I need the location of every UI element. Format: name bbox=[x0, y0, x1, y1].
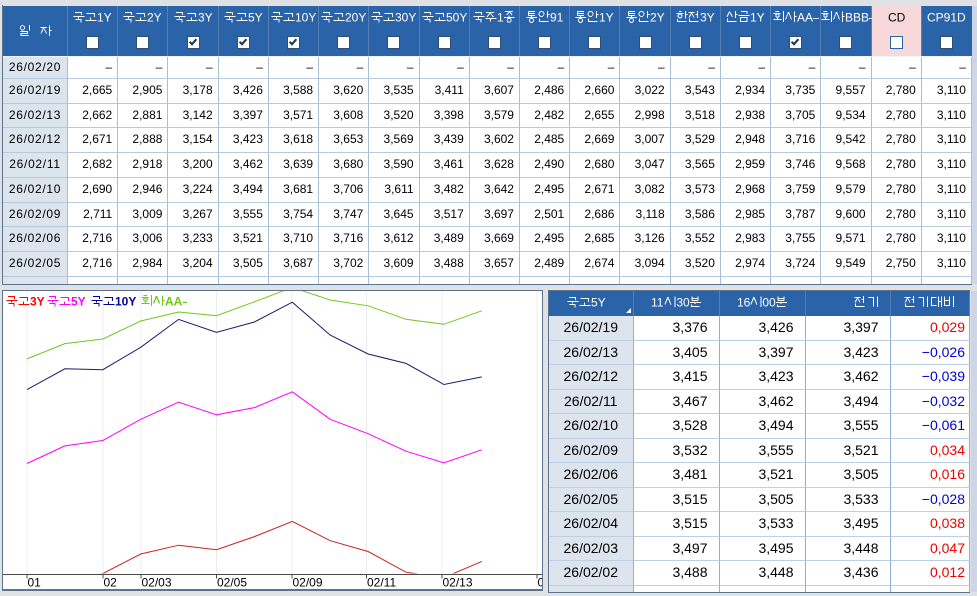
svg-text:02/09: 02/09 bbox=[293, 576, 323, 590]
svg-text:1: 1 bbox=[497, 11, 504, 23]
svg-text:AA–: AA– bbox=[165, 295, 187, 307]
svg-text:3Y: 3Y bbox=[198, 11, 213, 23]
svg-text:20Y: 20Y bbox=[345, 11, 366, 23]
svg-text:02/13: 02/13 bbox=[443, 576, 473, 590]
svg-text:CP91D: CP91D bbox=[927, 11, 966, 23]
svg-text:1Y: 1Y bbox=[750, 11, 765, 23]
svg-text:AA–: AA– bbox=[797, 11, 819, 23]
svg-text:30Y: 30Y bbox=[395, 11, 416, 23]
svg-text:5Y: 5Y bbox=[591, 296, 606, 308]
svg-text:2Y: 2Y bbox=[650, 11, 665, 23]
svg-text:5Y: 5Y bbox=[248, 11, 263, 23]
svg-text:02/05: 02/05 bbox=[217, 576, 247, 590]
svg-text:3Y: 3Y bbox=[700, 11, 715, 23]
svg-text:01: 01 bbox=[28, 576, 42, 590]
svg-text:3Y: 3Y bbox=[30, 295, 45, 307]
svg-text:2Y: 2Y bbox=[147, 11, 162, 23]
svg-text:00: 00 bbox=[762, 296, 776, 308]
svg-text:02/20: 02/20 bbox=[538, 576, 543, 590]
svg-text:50Y: 50Y bbox=[446, 11, 467, 23]
svg-text:16: 16 bbox=[737, 296, 751, 308]
svg-text:11: 11 bbox=[651, 296, 664, 308]
svg-text:CD: CD bbox=[888, 11, 905, 23]
svg-text:10Y: 10Y bbox=[115, 295, 136, 307]
svg-text:02/11: 02/11 bbox=[367, 576, 396, 590]
svg-text:91: 91 bbox=[550, 11, 563, 23]
svg-text:30: 30 bbox=[676, 296, 690, 308]
svg-text:5Y: 5Y bbox=[71, 295, 86, 307]
svg-text:1Y: 1Y bbox=[97, 11, 112, 23]
svg-text:1Y: 1Y bbox=[599, 11, 614, 23]
svg-text:02/03: 02/03 bbox=[142, 576, 172, 590]
svg-text:02: 02 bbox=[104, 576, 118, 590]
svg-text:10Y: 10Y bbox=[295, 11, 316, 23]
